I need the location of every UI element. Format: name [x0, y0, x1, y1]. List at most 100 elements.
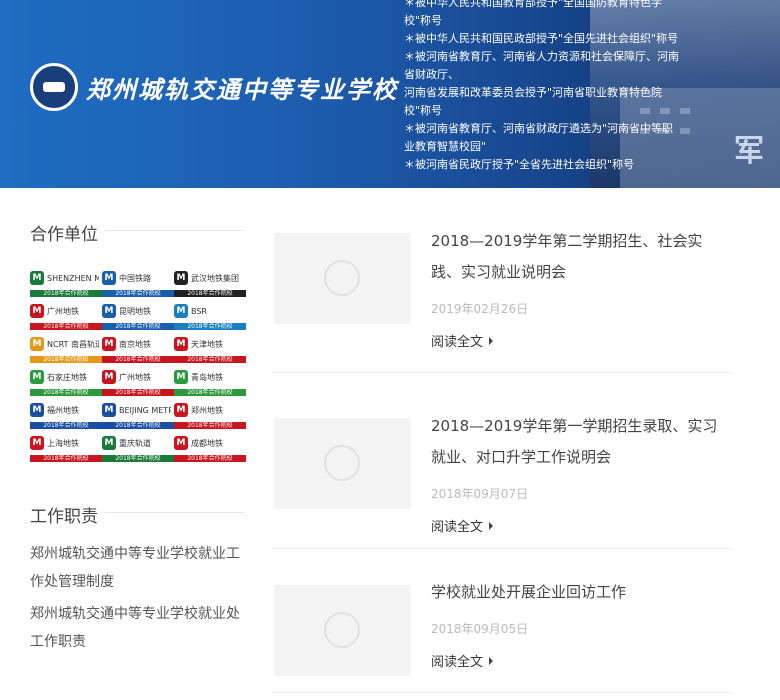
partner-logo[interactable]: M 郑州地铁 2018年合作院校 [174, 400, 246, 429]
partner-name: 郑州地铁 [191, 405, 223, 415]
partner-logo[interactable]: M NCRT 南昌轨道 2018年合作院校 [30, 334, 102, 363]
duty-title: 工作职责 [30, 502, 244, 527]
news-thumbnail[interactable] [274, 418, 411, 509]
partner-caption: 2018年合作院校 [30, 455, 102, 462]
read-more-label: 阅读全文 [431, 335, 484, 350]
partner-caption: 2018年合作院校 [102, 389, 174, 396]
partner-logo[interactable]: M 武汉地铁集团 2018年合作院校 [174, 268, 246, 297]
partner-logo[interactable]: M 青岛地铁 2018年合作院校 [174, 367, 246, 396]
partner-name: 中国铁路 [119, 273, 151, 283]
partner-name: BEIJING METRO [119, 405, 171, 415]
partner-logo[interactable]: M 成都地铁 2018年合作院校 [174, 433, 246, 462]
partner-name: 青岛地铁 [191, 372, 223, 382]
read-more-link[interactable]: 阅读全文 [431, 516, 494, 535]
partner-name: 天津地铁 [191, 339, 223, 349]
partner-caption: 2018年合作院校 [102, 323, 174, 330]
partner-logo[interactable]: MSHENZHEN METRO 2018年合作院校 [30, 268, 102, 297]
header-banner: 军 郑州城轨交通中等专业学校 ＊被中华人民共和国教育部授予"全国国防教育特色学校… [0, 0, 780, 188]
partner-logo[interactable]: M 上海地铁 2018年合作院校 [30, 433, 102, 462]
honor-item: 河南省发展和改革委员会授予"河南省职业教育特色院校"称号 [404, 86, 663, 117]
honor-item: ＊被中华人民共和国民政部授予"全国先进社会组织"称号 [404, 32, 679, 45]
metro-icon: M [174, 370, 188, 384]
metro-icon: M [174, 337, 188, 351]
partner-logo[interactable]: M 中国铁路 2018年合作院校 [102, 268, 174, 297]
partner-name: SHENZHEN METRO [47, 273, 99, 283]
partner-name: BSR [191, 306, 207, 316]
read-more-link[interactable]: 阅读全文 [431, 331, 494, 350]
rail-icon: M [102, 271, 116, 285]
news-thumbnail[interactable] [274, 233, 411, 324]
honor-item: ＊被河南省民政厅授予"全省先进社会组织"称号 [404, 158, 635, 171]
partner-caption: 2018年合作院校 [174, 356, 246, 363]
school-logo[interactable] [30, 63, 78, 111]
news-list: 2018—2019学年第二学期招生、社会实践、实习就业说明会 2019年02月2… [274, 188, 732, 693]
partner-caption: 2018年合作院校 [174, 290, 246, 297]
rail-icon: M [102, 436, 116, 450]
rail-icon: M [174, 304, 188, 318]
partner-caption: 2018年合作院校 [174, 323, 246, 330]
partner-caption: 2018年合作院校 [102, 290, 174, 297]
partner-name: 武汉地铁集团 [191, 273, 239, 283]
news-title[interactable]: 学校就业处开展企业回访工作 [431, 577, 732, 608]
partner-name: 昆明地铁 [119, 306, 151, 316]
partner-caption: 2018年合作院校 [30, 356, 102, 363]
duty-link-responsibilities[interactable]: 郑州城轨交通中等专业学校就业处工作职责 [30, 600, 244, 656]
honor-item: ＊被河南省教育厅、河南省财政厅遴选为"河南省中等职业教育智慧校园" [404, 122, 674, 153]
metro-icon: M [30, 403, 44, 417]
partner-logo[interactable]: M BSR 2018年合作院校 [174, 301, 246, 330]
partner-logo[interactable]: M 广州地铁 2018年合作院校 [30, 301, 102, 330]
partner-logo[interactable]: M 昆明地铁 2018年合作院校 [102, 301, 174, 330]
news-title[interactable]: 2018—2019学年第一学期招生录取、实习就业、对口升学工作说明会 [431, 411, 732, 473]
loading-icon [324, 260, 360, 296]
news-thumbnail[interactable] [274, 585, 411, 676]
caret-right-icon [489, 336, 494, 345]
metro-icon: M [30, 436, 44, 450]
news-item: 学校就业处开展企业回访工作 2018年09月05日 阅读全文 [274, 549, 732, 693]
read-more-label: 阅读全文 [431, 520, 484, 535]
caret-right-icon [489, 656, 494, 665]
metro-icon: M [30, 370, 44, 384]
loading-icon [324, 612, 360, 648]
duty-link-management[interactable]: 郑州城轨交通中等专业学校就业工作处管理制度 [30, 540, 244, 596]
partner-name: NCRT 南昌轨道 [47, 339, 99, 349]
school-name[interactable]: 郑州城轨交通中等专业学校 [86, 70, 398, 105]
metro-icon: M [174, 403, 188, 417]
news-title[interactable]: 2018—2019学年第二学期招生、社会实践、实习就业说明会 [431, 226, 732, 288]
sidebar: 合作单位 MSHENZHEN METRO2018年合作院校M中国铁路2018年合… [30, 188, 246, 656]
partner-logo[interactable]: MBEIJING METRO 2018年合作院校 [102, 400, 174, 429]
honor-item: ＊被中华人民共和国教育部授予"全国国防教育特色学校"称号 [404, 0, 663, 27]
partner-logo[interactable]: M 重庆轨道 2018年合作院校 [102, 433, 174, 462]
partner-caption: 2018年合作院校 [174, 422, 246, 429]
metro-icon: M [30, 304, 44, 318]
news-date: 2019年02月26日 [431, 302, 529, 316]
partner-name: 上海地铁 [47, 438, 79, 448]
read-more-link[interactable]: 阅读全文 [431, 651, 494, 670]
partner-caption: 2018年合作院校 [102, 356, 174, 363]
partner-caption: 2018年合作院校 [30, 422, 102, 429]
news-date: 2018年09月07日 [431, 487, 529, 501]
metro-icon: M [30, 271, 44, 285]
loading-icon [324, 445, 360, 481]
partner-logo[interactable]: M 广州地铁 2018年合作院校 [102, 367, 174, 396]
partner-caption: 2018年合作院校 [102, 455, 174, 462]
metro-icon: M [30, 337, 44, 351]
partner-name: 福州地铁 [47, 405, 79, 415]
news-date: 2018年09月05日 [431, 622, 529, 636]
partner-name: 广州地铁 [119, 372, 151, 382]
partner-caption: 2018年合作院校 [30, 323, 102, 330]
metro-icon: M [102, 370, 116, 384]
partner-logo[interactable]: M 石家庄地铁 2018年合作院校 [30, 367, 102, 396]
partner-caption: 2018年合作院校 [30, 389, 102, 396]
partner-caption: 2018年合作院校 [30, 290, 102, 297]
partner-caption: 2018年合作院校 [174, 455, 246, 462]
news-item: 2018—2019学年第一学期招生录取、实习就业、对口升学工作说明会 2018年… [274, 373, 732, 549]
partner-logo-grid: MSHENZHEN METRO2018年合作院校M中国铁路2018年合作院校M武… [30, 268, 246, 462]
caret-right-icon [489, 521, 494, 530]
building-sign: 军 [734, 134, 764, 169]
honor-item: ＊被河南省教育厅、河南省人力资源和社会保障厅、河南省财政厅、 [404, 50, 679, 81]
partners-title: 合作单位 [30, 220, 244, 245]
partner-logo[interactable]: M 福州地铁 2018年合作院校 [30, 400, 102, 429]
partner-logo[interactable]: M 南京地铁 2018年合作院校 [102, 334, 174, 363]
metro-icon: M [102, 403, 116, 417]
partner-logo[interactable]: M 天津地铁 2018年合作院校 [174, 334, 246, 363]
